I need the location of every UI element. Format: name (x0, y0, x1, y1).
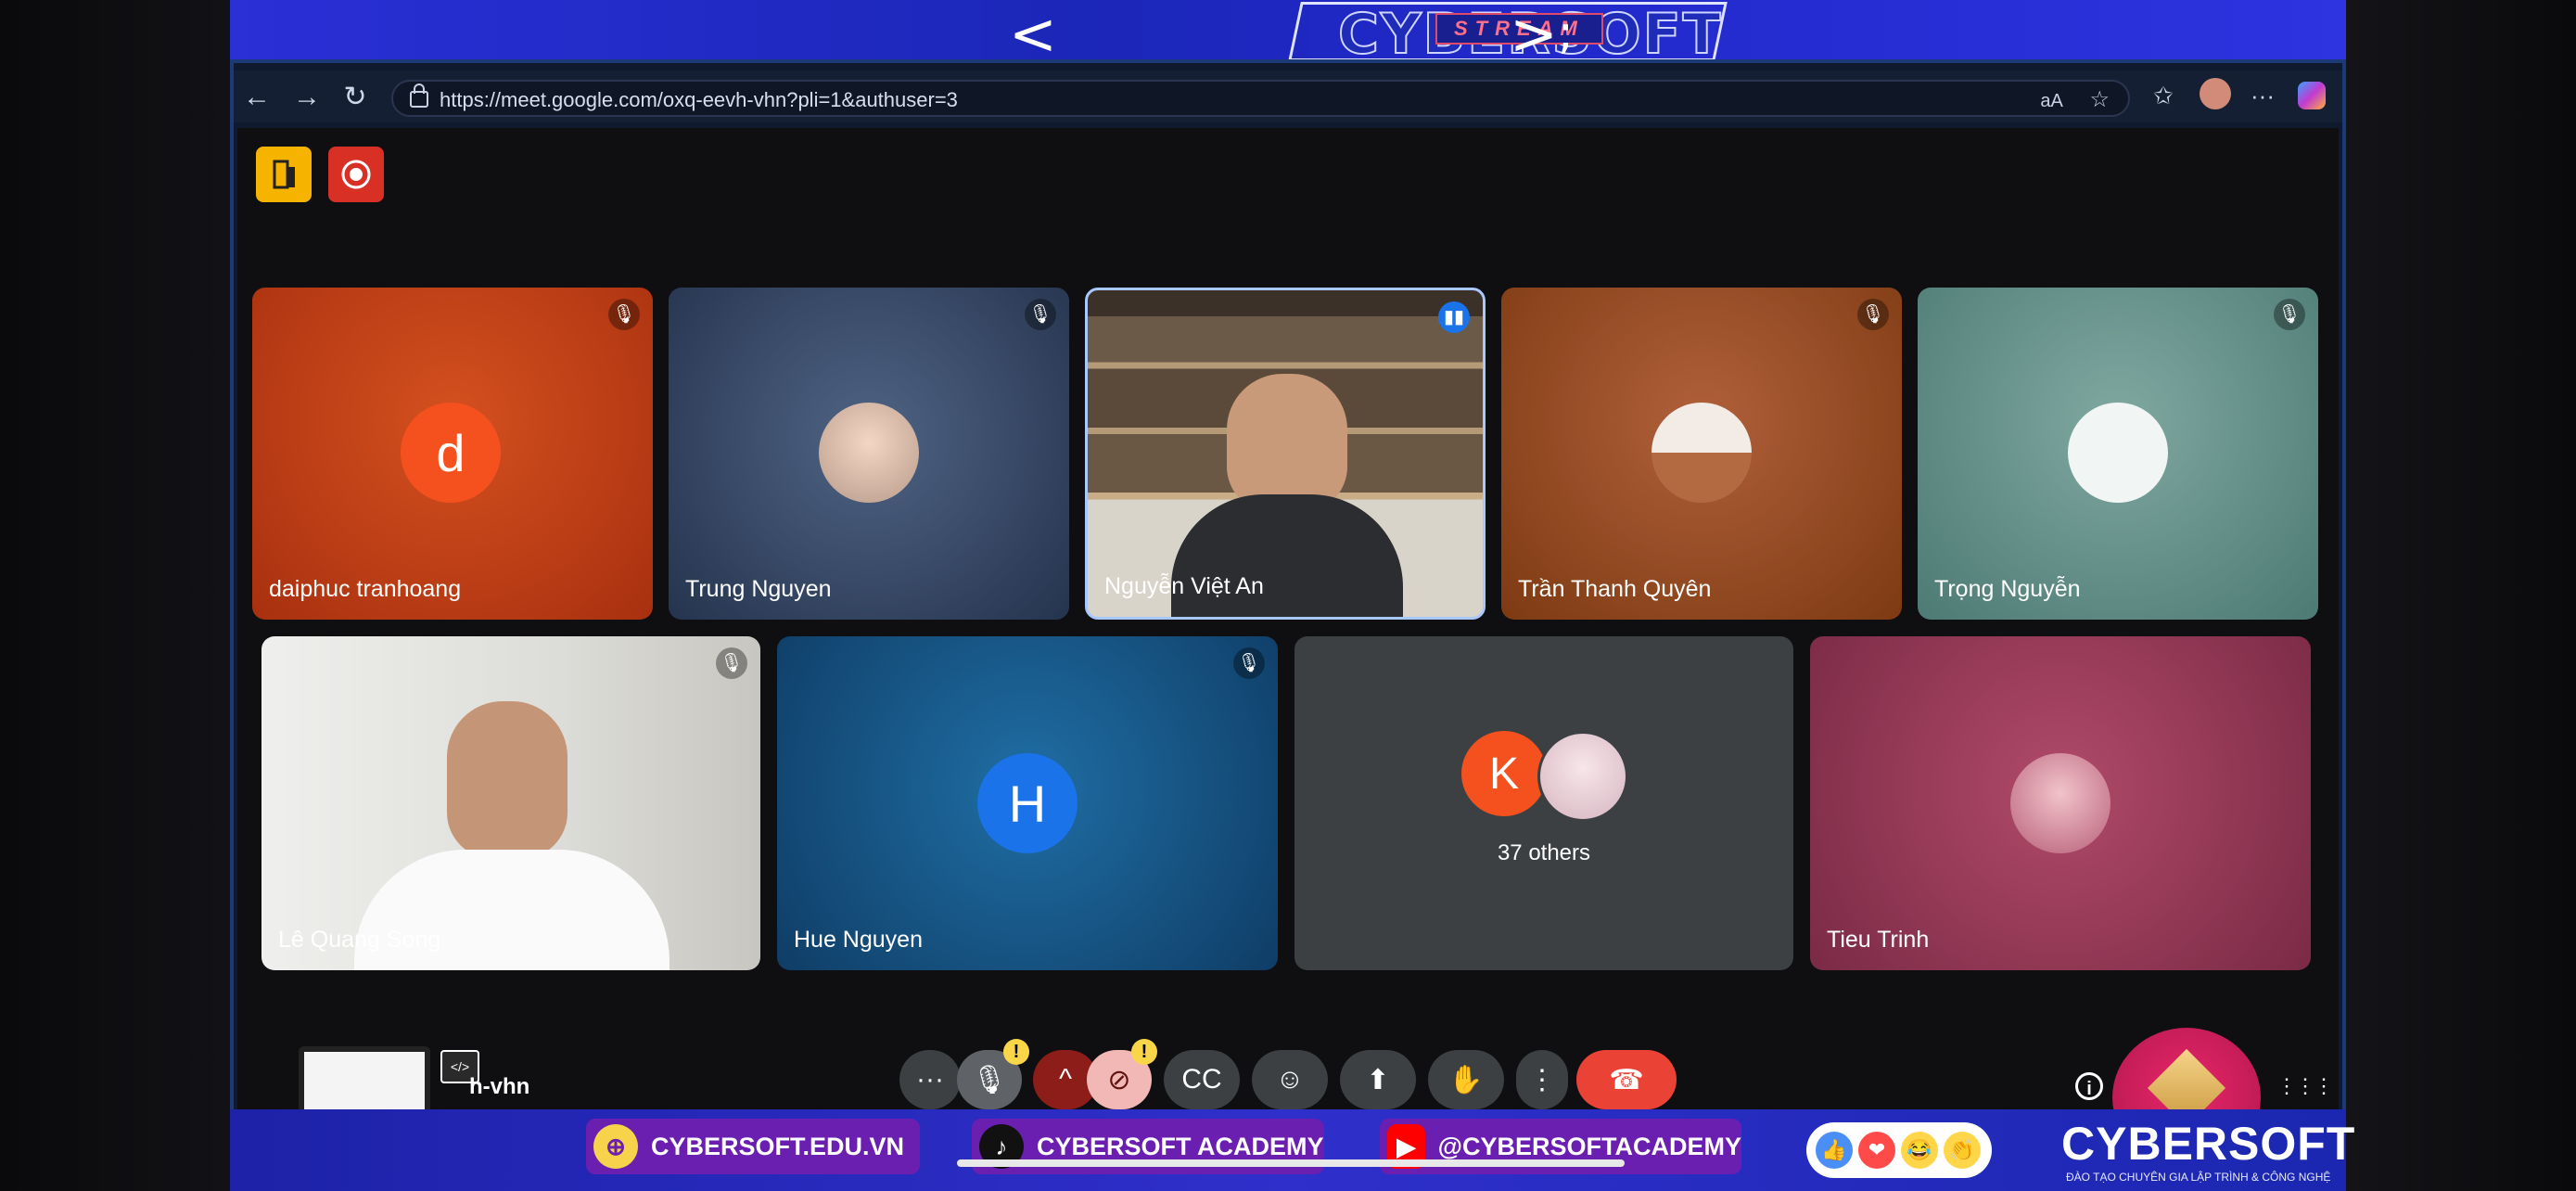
participant-tile[interactable]: H 🎙 Hue Nguyen (777, 636, 1278, 970)
mic-off-icon: 🎙 (1857, 299, 1889, 330)
forward-icon[interactable]: → (293, 83, 321, 111)
others-count: 37 others (1497, 840, 1591, 865)
avatar: K (1461, 731, 1547, 816)
mic-off-icon: 🎙 (1025, 299, 1056, 330)
options-button[interactable]: ⋮ (1516, 1050, 1568, 1109)
participant-name: Tieu Trinh (1827, 927, 1930, 953)
mic-off-icon: 🎙 (2274, 299, 2305, 330)
browser-window: ← → ↻ https://meet.google.com/oxq-eevh-v… (230, 59, 2346, 1122)
participant-tile[interactable]: ▮▮ Nguyễn Việt An (1085, 288, 1486, 620)
more-icon[interactable]: ··· (2251, 82, 2275, 110)
recording-icon (328, 147, 384, 202)
url-text[interactable]: https://meet.google.com/oxq-eevh-vhn?pli… (440, 88, 958, 112)
left-backdrop (0, 0, 230, 1191)
semicolon-mark: ; (1558, 6, 1574, 59)
participant-tile[interactable]: 🎙 Trần Thanh Quyên (1501, 288, 1902, 620)
chevron-right-icon: > (1510, 0, 1558, 68)
globe-icon: ⊕ (593, 1124, 638, 1169)
raise-hand-button[interactable]: ✋ (1428, 1050, 1504, 1109)
avatar (1651, 403, 1752, 503)
avatar (1537, 731, 1628, 822)
stream-banner: < CYBERSOFT STREAM > ; (230, 0, 2346, 68)
speaker-shirt (1171, 494, 1403, 617)
apps-icon[interactable]: ⋮⋮⋮ (2276, 1074, 2334, 1098)
brand-tagline: ĐÀO TẠO CHUYÊN GIA LẬP TRÌNH & CÔNG NGHỆ (2066, 1171, 2331, 1184)
others-tile[interactable]: K 37 others (1294, 636, 1793, 970)
participant-name: daiphuc tranhoang (269, 576, 462, 602)
reactions-strip: 👍 ❤ 😂 👏 (1806, 1122, 1992, 1178)
footer-banner: ⊕ CYBERSOFT.EDU.VN ♪ CYBERSOFT ACADEMY ▶… (230, 1109, 2354, 1191)
website-label: CYBERSOFT.EDU.VN (651, 1132, 905, 1160)
mic-off-icon: 🎙 (716, 647, 747, 679)
avatar: d (401, 403, 501, 503)
participant-name: Trung Nguyen (685, 576, 832, 602)
favorites-icon[interactable]: ✩ (2153, 82, 2174, 110)
youtube-label: @CYBERSOFTACADEMY (1437, 1132, 1741, 1160)
present-button[interactable]: ⬆ (1340, 1050, 1416, 1109)
browser-toolbar: ← → ↻ https://meet.google.com/oxq-eevh-v… (234, 70, 2342, 122)
participant-tile[interactable]: Tieu Trinh (1810, 636, 2311, 970)
avatar (2068, 403, 2168, 503)
participant-name: Trần Thanh Quyên (1518, 576, 1712, 602)
participant-name: Lê Quang Song (278, 927, 441, 953)
read-aloud-icon[interactable]: aA ☆ (2040, 86, 2110, 113)
mic-warning-icon: ! (1003, 1039, 1029, 1065)
participant-tile[interactable]: 🎙 Trọng Nguyễn (1918, 288, 2318, 620)
address-bar[interactable]: https://meet.google.com/oxq-eevh-vhn?pli… (391, 80, 2130, 117)
participant-tile[interactable]: d 🎙 daiphuc tranhoang (252, 288, 653, 620)
profile-avatar[interactable] (2200, 78, 2231, 109)
participant-name: Trọng Nguyễn (1934, 576, 2081, 602)
chevron-left-icon: < (1009, 0, 1057, 68)
like-icon: 👍 (1816, 1132, 1853, 1169)
participant-tile[interactable]: 🎙 Trung Nguyen (669, 288, 1069, 620)
laugh-icon: 😂 (1901, 1132, 1938, 1169)
meet-stage: d 🎙 daiphuc tranhoang 🎙 Trung Nguyen ▮▮ … (237, 128, 2339, 1117)
meeting-code: h-vhn (469, 1074, 530, 1099)
speaking-indicator-icon: ▮▮ (1438, 301, 1470, 333)
participant-name: Nguyễn Việt An (1104, 573, 1264, 599)
tiktok-label: CYBERSOFT ACADEMY (1037, 1132, 1324, 1160)
brand-logo: CYBERSOFT (2061, 1118, 2356, 1170)
heart-icon: ❤ (1858, 1132, 1895, 1169)
camera-warning-icon: ! (1131, 1039, 1157, 1065)
emoji-button[interactable]: ☺ (1252, 1050, 1328, 1109)
star-icon[interactable]: ☆ (2089, 87, 2110, 112)
avatar: H (977, 753, 1078, 853)
participant-name: Hue Nguyen (794, 927, 923, 953)
home-indicator[interactable] (957, 1159, 1625, 1167)
more-options-icon[interactable]: ··· (899, 1050, 961, 1109)
speaker-face (1227, 374, 1347, 513)
companion-mode-icon[interactable] (256, 147, 312, 202)
mic-off-icon: 🎙 (1233, 647, 1265, 679)
speaker-face (447, 701, 567, 859)
clap-icon: 👏 (1944, 1132, 1981, 1169)
participant-tile[interactable]: 🎙 Lê Quang Song (261, 636, 760, 970)
end-call-button[interactable]: ☎ (1576, 1050, 1677, 1109)
back-icon[interactable]: ← (243, 83, 271, 111)
avatar (819, 403, 919, 503)
avatar (2010, 753, 2111, 853)
info-icon[interactable]: i (2075, 1072, 2103, 1100)
website-pill[interactable]: ⊕ CYBERSOFT.EDU.VN (586, 1119, 920, 1174)
right-backdrop (2346, 0, 2576, 1191)
captions-button[interactable]: CC (1164, 1050, 1240, 1109)
lock-icon (410, 83, 428, 108)
mic-off-icon: 🎙 (608, 299, 640, 330)
copilot-icon[interactable] (2298, 82, 2326, 109)
reload-icon[interactable]: ↻ (341, 83, 369, 111)
